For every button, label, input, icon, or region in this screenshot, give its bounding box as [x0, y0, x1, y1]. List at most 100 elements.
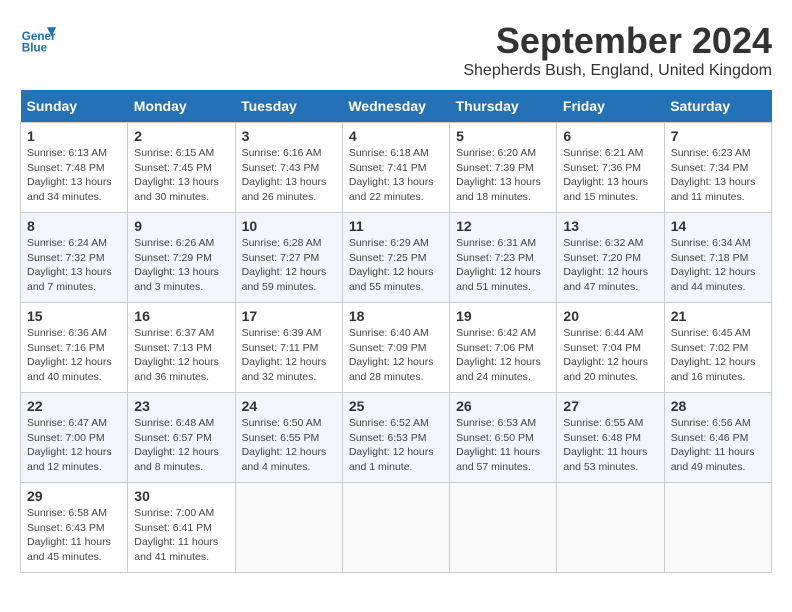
weekday-header-saturday: Saturday: [664, 90, 771, 123]
day-detail: Sunrise: 6:36 AMSunset: 7:16 PMDaylight:…: [27, 326, 121, 385]
day-detail: Sunrise: 6:28 AMSunset: 7:27 PMDaylight:…: [242, 236, 336, 295]
day-detail: Sunrise: 6:39 AMSunset: 7:11 PMDaylight:…: [242, 326, 336, 385]
calendar-cell: 18 Sunrise: 6:40 AMSunset: 7:09 PMDayligh…: [342, 303, 449, 393]
day-number: 2: [134, 128, 228, 144]
calendar-week-row: 29 Sunrise: 6:58 AMSunset: 6:43 PMDayligh…: [21, 483, 772, 573]
calendar-cell: 10 Sunrise: 6:28 AMSunset: 7:27 PMDayligh…: [235, 213, 342, 303]
calendar-cell: 6Sunrise: 6:21 AMSunset: 7:36 PMDaylight…: [557, 123, 664, 213]
day-detail: Sunrise: 6:56 AMSunset: 6:46 PMDaylight:…: [671, 416, 765, 475]
calendar-cell: 1 Sunrise: 6:13 AMSunset: 7:48 PMDaylight…: [21, 123, 128, 213]
calendar-cell: 30 Sunrise: 7:00 AMSunset: 6:41 PMDayligh…: [128, 483, 235, 573]
day-number: 26: [456, 398, 550, 414]
day-detail: Sunrise: 6:40 AMSunset: 7:09 PMDaylight:…: [349, 326, 443, 385]
day-detail: Sunrise: 6:31 AMSunset: 7:23 PMDaylight:…: [456, 236, 550, 295]
day-number: 21: [671, 308, 765, 324]
weekday-header-row: SundayMondayTuesdayWednesdayThursdayFrid…: [21, 90, 772, 123]
day-number: 28: [671, 398, 765, 414]
calendar-cell: [557, 483, 664, 573]
calendar-week-row: 1 Sunrise: 6:13 AMSunset: 7:48 PMDaylight…: [21, 123, 772, 213]
calendar-table: SundayMondayTuesdayWednesdayThursdayFrid…: [20, 90, 772, 573]
calendar-cell: 3 Sunrise: 6:16 AMSunset: 7:43 PMDaylight…: [235, 123, 342, 213]
calendar-cell: [450, 483, 557, 573]
day-number: 15: [27, 308, 121, 324]
calendar-cell: [342, 483, 449, 573]
day-detail: Sunrise: 6:32 AMSunset: 7:20 PMDaylight:…: [563, 236, 657, 295]
calendar-cell: 2 Sunrise: 6:15 AMSunset: 7:45 PMDaylight…: [128, 123, 235, 213]
day-detail: Sunrise: 6:26 AMSunset: 7:29 PMDaylight:…: [134, 236, 228, 295]
calendar-cell: 9 Sunrise: 6:26 AMSunset: 7:29 PMDaylight…: [128, 213, 235, 303]
day-number: 8: [27, 218, 121, 234]
calendar-cell: 21 Sunrise: 6:45 AMSunset: 7:02 PMDayligh…: [664, 303, 771, 393]
weekday-header-monday: Monday: [128, 90, 235, 123]
day-number: 23: [134, 398, 228, 414]
page-header: General Blue September 2024 Shepherds Bu…: [20, 20, 772, 80]
location-title: Shepherds Bush, England, United Kingdom: [463, 62, 772, 80]
day-number: 14: [671, 218, 765, 234]
day-detail: Sunrise: 6:53 AMSunset: 6:50 PMDaylight:…: [456, 416, 550, 475]
day-number: 29: [27, 488, 121, 504]
calendar-cell: 11 Sunrise: 6:29 AMSunset: 7:25 PMDayligh…: [342, 213, 449, 303]
svg-text:Blue: Blue: [22, 42, 48, 55]
day-number: 4: [349, 128, 443, 144]
calendar-cell: 8 Sunrise: 6:24 AMSunset: 7:32 PMDaylight…: [21, 213, 128, 303]
day-number: 9: [134, 218, 228, 234]
day-detail: Sunrise: 6:48 AMSunset: 6:57 PMDaylight:…: [134, 416, 228, 475]
weekday-header-wednesday: Wednesday: [342, 90, 449, 123]
day-number: 12: [456, 218, 550, 234]
calendar-cell: 23 Sunrise: 6:48 AMSunset: 6:57 PMDayligh…: [128, 393, 235, 483]
day-detail: Sunrise: 6:24 AMSunset: 7:32 PMDaylight:…: [27, 236, 121, 295]
day-detail: Sunrise: 7:00 AMSunset: 6:41 PMDaylight:…: [134, 506, 228, 565]
calendar-cell: 16Sunrise: 6:37 AMSunset: 7:13 PMDayligh…: [128, 303, 235, 393]
calendar-cell: [235, 483, 342, 573]
calendar-cell: 26 Sunrise: 6:53 AMSunset: 6:50 PMDayligh…: [450, 393, 557, 483]
calendar-week-row: 8 Sunrise: 6:24 AMSunset: 7:32 PMDaylight…: [21, 213, 772, 303]
day-detail: Sunrise: 6:44 AMSunset: 7:04 PMDaylight:…: [563, 326, 657, 385]
day-detail: Sunrise: 6:47 AMSunset: 7:00 PMDaylight:…: [27, 416, 121, 475]
day-detail: Sunrise: 6:34 AMSunset: 7:18 PMDaylight:…: [671, 236, 765, 295]
title-area: September 2024 Shepherds Bush, England, …: [463, 20, 772, 80]
month-title: September 2024: [463, 20, 772, 62]
day-detail: Sunrise: 6:29 AMSunset: 7:25 PMDaylight:…: [349, 236, 443, 295]
logo: General Blue: [20, 20, 56, 56]
calendar-cell: 13 Sunrise: 6:32 AMSunset: 7:20 PMDayligh…: [557, 213, 664, 303]
calendar-cell: 5 Sunrise: 6:20 AMSunset: 7:39 PMDaylight…: [450, 123, 557, 213]
day-detail: Sunrise: 6:55 AMSunset: 6:48 PMDaylight:…: [563, 416, 657, 475]
day-number: 19: [456, 308, 550, 324]
weekday-header-friday: Friday: [557, 90, 664, 123]
weekday-header-tuesday: Tuesday: [235, 90, 342, 123]
day-detail: Sunrise: 6:45 AMSunset: 7:02 PMDaylight:…: [671, 326, 765, 385]
day-detail: Sunrise: 6:52 AMSunset: 6:53 PMDaylight:…: [349, 416, 443, 475]
day-detail: Sunrise: 6:16 AMSunset: 7:43 PMDaylight:…: [242, 146, 336, 205]
calendar-cell: 4Sunrise: 6:18 AMSunset: 7:41 PMDaylight…: [342, 123, 449, 213]
day-number: 24: [242, 398, 336, 414]
calendar-cell: 17 Sunrise: 6:39 AMSunset: 7:11 PMDayligh…: [235, 303, 342, 393]
day-number: 30: [134, 488, 228, 504]
day-number: 3: [242, 128, 336, 144]
day-number: 18: [349, 308, 443, 324]
day-number: 11: [349, 218, 443, 234]
calendar-cell: 24Sunrise: 6:50 AMSunset: 6:55 PMDayligh…: [235, 393, 342, 483]
calendar-cell: 27 Sunrise: 6:55 AMSunset: 6:48 PMDayligh…: [557, 393, 664, 483]
calendar-week-row: 15 Sunrise: 6:36 AMSunset: 7:16 PMDayligh…: [21, 303, 772, 393]
day-number: 22: [27, 398, 121, 414]
day-number: 25: [349, 398, 443, 414]
calendar-week-row: 22 Sunrise: 6:47 AMSunset: 7:00 PMDayligh…: [21, 393, 772, 483]
day-detail: Sunrise: 6:13 AMSunset: 7:48 PMDaylight:…: [27, 146, 121, 205]
day-number: 27: [563, 398, 657, 414]
day-number: 17: [242, 308, 336, 324]
day-detail: Sunrise: 6:58 AMSunset: 6:43 PMDaylight:…: [27, 506, 121, 565]
day-detail: Sunrise: 6:23 AMSunset: 7:34 PMDaylight:…: [671, 146, 765, 205]
day-number: 1: [27, 128, 121, 144]
calendar-cell: 22 Sunrise: 6:47 AMSunset: 7:00 PMDayligh…: [21, 393, 128, 483]
day-number: 6: [563, 128, 657, 144]
day-detail: Sunrise: 6:20 AMSunset: 7:39 PMDaylight:…: [456, 146, 550, 205]
calendar-cell: 20Sunrise: 6:44 AMSunset: 7:04 PMDayligh…: [557, 303, 664, 393]
day-number: 10: [242, 218, 336, 234]
calendar-cell: 29 Sunrise: 6:58 AMSunset: 6:43 PMDayligh…: [21, 483, 128, 573]
day-number: 13: [563, 218, 657, 234]
logo-icon: General Blue: [20, 20, 56, 56]
day-number: 5: [456, 128, 550, 144]
calendar-cell: 12 Sunrise: 6:31 AMSunset: 7:23 PMDayligh…: [450, 213, 557, 303]
day-detail: Sunrise: 6:15 AMSunset: 7:45 PMDaylight:…: [134, 146, 228, 205]
weekday-header-sunday: Sunday: [21, 90, 128, 123]
